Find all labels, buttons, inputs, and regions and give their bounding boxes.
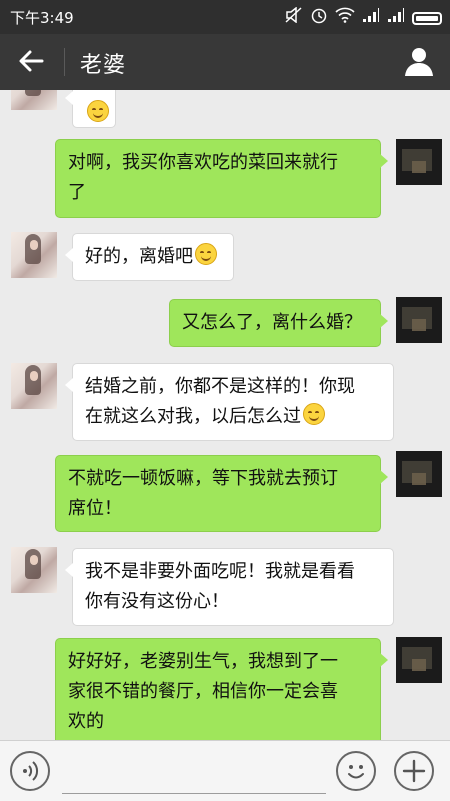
- header-divider: [64, 48, 65, 76]
- signal-icon: [362, 7, 380, 29]
- friend-avatar[interactable]: [11, 232, 57, 278]
- chat-header: 老婆: [0, 34, 450, 90]
- status-bar: 下午3:49: [0, 0, 450, 34]
- message-line: 对啊，我买你喜欢吃的菜回来就行: [68, 152, 338, 173]
- message-line: 席位！: [68, 498, 122, 519]
- smile-emoji-icon: [303, 403, 325, 425]
- message-bubble[interactable]: 不就吃一顿饭嘛，等下我就去预订 席位！: [55, 455, 388, 532]
- friend-avatar[interactable]: [11, 547, 57, 593]
- message-line: 好好好，老婆别生气，我想到了一: [68, 651, 338, 672]
- alarm-icon: [310, 6, 328, 30]
- plus-button[interactable]: [394, 751, 434, 791]
- message-line: 又怎么了，离什么婚？: [182, 312, 362, 333]
- chat-title: 老婆: [80, 53, 127, 78]
- battery-icon: [412, 11, 442, 25]
- status-icons: [285, 6, 442, 30]
- message-bubble[interactable]: 结婚之前，你都不是这样的！你现 在就这么对我，以后怎么过: [65, 363, 394, 441]
- profile-button[interactable]: [402, 44, 436, 78]
- message-bubble[interactable]: 我不是非要外面吃呢！我就是看看 你有没有这份心！: [65, 548, 394, 626]
- arrow-left-icon: [19, 50, 44, 72]
- message-line: 了: [68, 182, 86, 203]
- message-line: 你有没有这份心！: [85, 591, 229, 612]
- message-bubble[interactable]: [65, 90, 116, 128]
- person-icon: [405, 48, 433, 76]
- my-avatar[interactable]: [396, 451, 442, 497]
- message-bubble[interactable]: 又怎么了，离什么婚？: [169, 299, 388, 347]
- mute-icon: [285, 6, 303, 29]
- back-button[interactable]: [16, 46, 46, 76]
- smile-emoji-icon: [87, 100, 109, 122]
- friend-avatar[interactable]: [11, 363, 57, 409]
- voice-icon: [23, 761, 39, 781]
- signal-icon: [387, 7, 405, 29]
- message-bubble[interactable]: 好好好，老婆别生气，我想到了一 家很不错的餐厅，相信你一定会喜 欢的: [55, 638, 388, 740]
- status-time: 下午3:49: [10, 9, 74, 27]
- my-avatar[interactable]: [396, 297, 442, 343]
- message-bubble[interactable]: 对啊，我买你喜欢吃的菜回来就行 了: [55, 139, 388, 218]
- message-line: 在就这么对我，以后怎么过: [85, 406, 301, 427]
- my-avatar[interactable]: [396, 139, 442, 185]
- plus-icon: [402, 759, 426, 783]
- message-line: 我不是非要外面吃呢！我就是看看: [85, 561, 355, 582]
- emoji-button[interactable]: [336, 751, 376, 791]
- message-input[interactable]: [62, 749, 326, 794]
- my-avatar[interactable]: [396, 637, 442, 683]
- message-bubble[interactable]: 好的，离婚吧: [65, 233, 234, 281]
- input-bar: [0, 740, 450, 801]
- emoji-icon: [348, 765, 364, 779]
- friend-avatar[interactable]: [11, 90, 57, 110]
- message-line: 不就吃一顿饭嘛，等下我就去预订: [68, 468, 338, 489]
- chat-area[interactable]: 对啊，我买你喜欢吃的菜回来就行 了 好的，离婚吧 又怎么了，离什么婚？ 结婚之前…: [0, 90, 450, 740]
- wifi-icon: [335, 7, 355, 29]
- voice-button[interactable]: [10, 751, 50, 791]
- message-line: 欢的: [68, 711, 104, 732]
- message-line: 家很不错的餐厅，相信你一定会喜: [68, 681, 338, 702]
- message-line: 好的，离婚吧: [85, 246, 193, 267]
- message-line: 结婚之前，你都不是这样的！你现: [85, 376, 355, 397]
- smile-emoji-icon: [195, 243, 217, 265]
